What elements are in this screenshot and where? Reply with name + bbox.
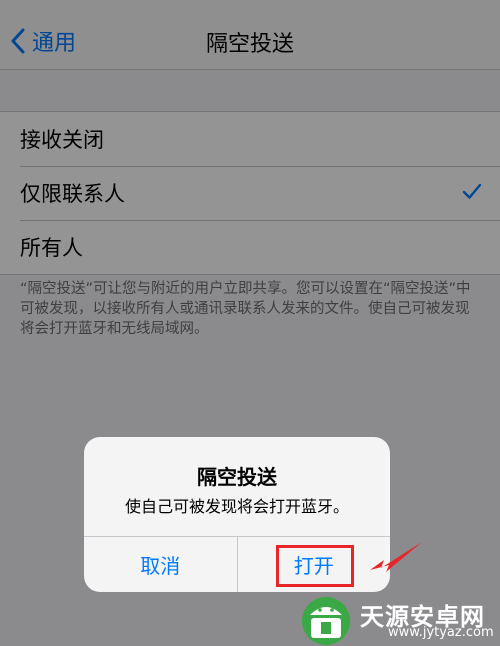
alert-dialog: 隔空投送 使自己可被发现将会打开蓝牙。 取消 打开: [84, 437, 390, 592]
cancel-label: 取消: [140, 554, 181, 578]
annotation-arrow-icon: [370, 542, 422, 572]
android-logo-icon: [302, 597, 350, 645]
alert-actions: 取消 打开: [84, 536, 390, 592]
cancel-button[interactable]: 取消: [84, 537, 237, 592]
watermark: 天源安卓网 www.jytyaz.com: [296, 593, 500, 646]
annotation-highlight-box: [275, 545, 354, 587]
watermark-url: www.jytyaz.com: [388, 625, 494, 640]
alert-title: 隔空投送: [197, 465, 277, 489]
alert-message: 使自己可被发现将会打开蓝牙。: [124, 497, 349, 516]
